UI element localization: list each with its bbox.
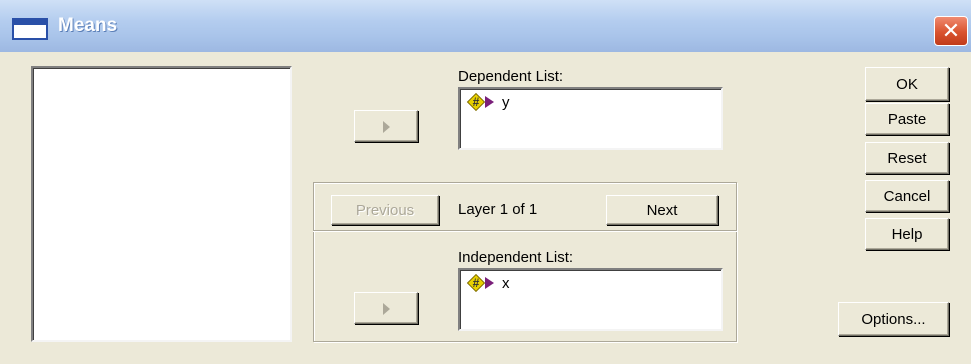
window-title: Means xyxy=(58,15,118,36)
right-arrow-icon xyxy=(383,303,390,315)
dependent-list-label: Dependent List: xyxy=(458,68,564,85)
independent-list[interactable]: # x xyxy=(458,268,723,331)
title-bar[interactable]: Means ✕ xyxy=(0,0,971,52)
move-to-dependent-button[interactable] xyxy=(354,110,418,142)
scale-variable-icon: # xyxy=(466,273,498,293)
right-arrow-icon xyxy=(383,121,390,133)
dependent-list[interactable]: # y xyxy=(458,87,723,150)
cancel-button[interactable]: Cancel xyxy=(865,180,949,212)
list-item[interactable]: # y xyxy=(466,92,510,112)
ok-button[interactable]: OK xyxy=(865,67,949,101)
layer-divider xyxy=(313,230,737,232)
move-to-independent-button[interactable] xyxy=(354,292,418,324)
previous-layer-button[interactable]: Previous xyxy=(331,195,439,225)
reset-button[interactable]: Reset xyxy=(865,142,949,174)
next-layer-button[interactable]: Next xyxy=(606,195,718,225)
scale-variable-icon: # xyxy=(466,92,498,112)
list-item[interactable]: # x xyxy=(466,273,510,293)
paste-button[interactable]: Paste xyxy=(865,103,949,135)
window-icon xyxy=(12,18,48,40)
variable-name: y xyxy=(502,93,510,111)
source-variable-list[interactable] xyxy=(31,66,292,342)
independent-list-label: Independent List: xyxy=(458,249,574,266)
close-button[interactable]: ✕ xyxy=(934,16,968,46)
layer-status: Layer 1 of 1 xyxy=(458,201,538,218)
help-button[interactable]: Help xyxy=(865,218,949,250)
options-button[interactable]: Options... xyxy=(838,302,949,336)
variable-name: x xyxy=(502,274,510,292)
means-dialog: Means ✕ Dependent List: # y Previous Lay… xyxy=(0,0,971,364)
